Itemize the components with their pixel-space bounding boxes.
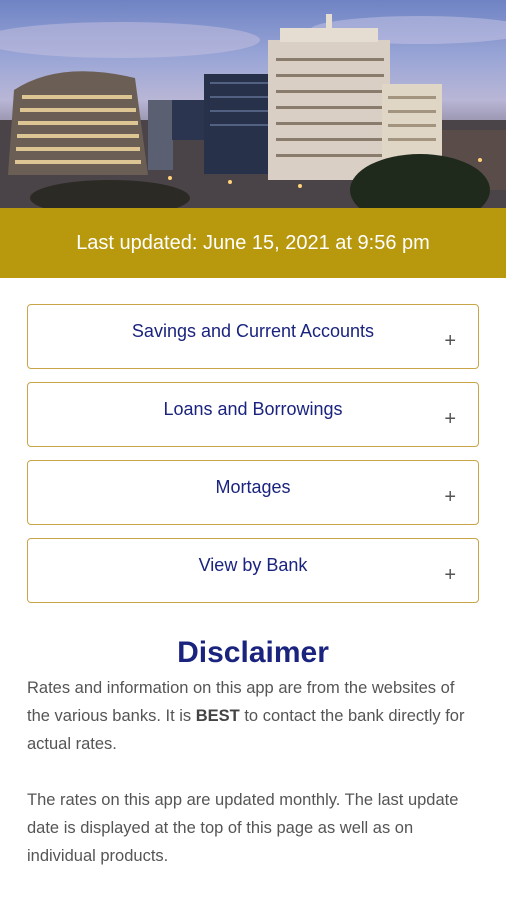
plus-icon[interactable]: + — [444, 409, 456, 429]
savings-current-accounts-section[interactable]: Savings and Current Accounts + — [27, 304, 479, 369]
disclaimer-section: Disclaimer Rates and information on this… — [0, 616, 506, 870]
view-by-bank-section[interactable]: View by Bank + — [27, 538, 479, 603]
plus-icon[interactable]: + — [444, 487, 456, 507]
category-accordion: Savings and Current Accounts + Loans and… — [0, 278, 506, 603]
section-label: Mortages — [215, 477, 291, 497]
last-updated-text: Last updated: June 15, 2021 at 9:56 pm — [76, 231, 430, 254]
section-label: Savings and Current Accounts — [131, 321, 375, 341]
disclaimer-paragraph-1: Rates and information on this app are fr… — [27, 679, 465, 753]
mortgages-section[interactable]: Mortages + — [27, 460, 479, 525]
section-label: View by Bank — [198, 555, 308, 575]
loans-borrowings-section[interactable]: Loans and Borrowings + — [27, 382, 479, 447]
disclaimer-title: Disclaimer — [177, 636, 329, 669]
last-updated-banner: Last updated: June 15, 2021 at 9:56 pm — [0, 208, 506, 278]
best-emphasis: BEST — [195, 707, 240, 725]
section-label: Loans and Borrowings — [163, 399, 343, 419]
plus-icon[interactable]: + — [444, 565, 456, 585]
disclaimer-paragraph-2: The rates on this app are updated monthl… — [27, 791, 459, 865]
plus-icon[interactable]: + — [444, 331, 456, 351]
city-skyline-image — [0, 0, 506, 208]
